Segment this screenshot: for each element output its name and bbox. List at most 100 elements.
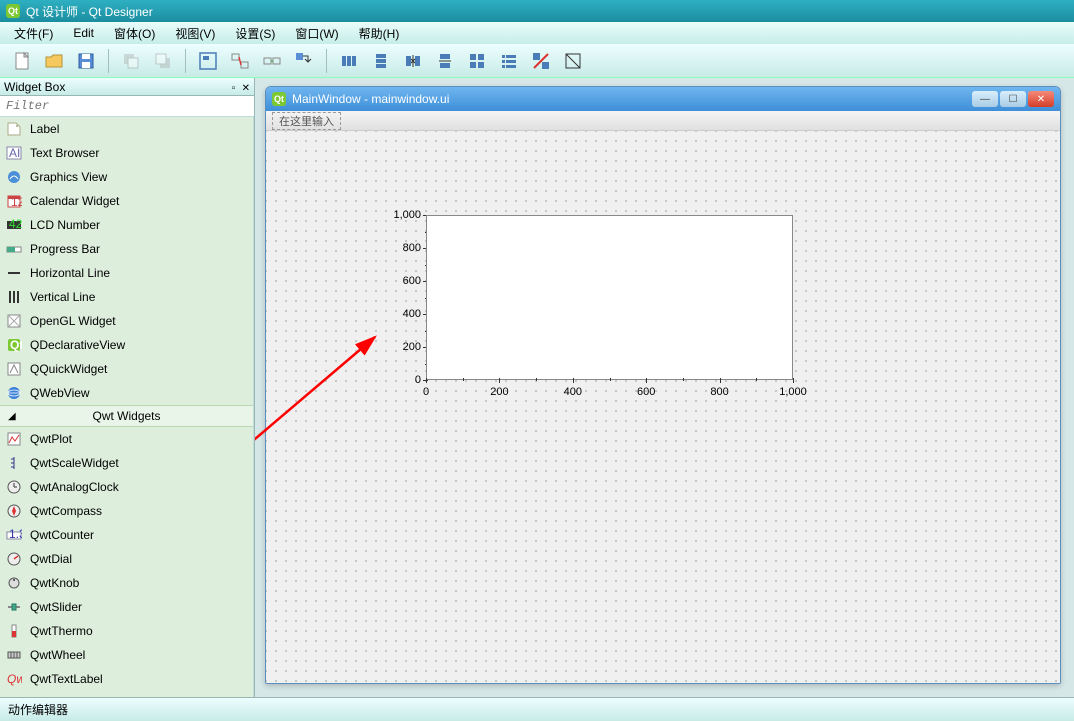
widget-item-calendar-widget[interactable]: 12Calendar Widget xyxy=(0,189,253,213)
menu-window[interactable]: 窗口(W) xyxy=(285,23,348,44)
qwtplot-widget[interactable]: 02004006008001,000 02004006008001,000 xyxy=(376,210,798,405)
widget-item-vertical-line[interactable]: Vertical Line xyxy=(0,285,253,309)
widget-box-header: Widget Box ▫ ✕ xyxy=(0,78,254,96)
design-area: Qt MainWindow - mainwindow.ui — ☐ ✕ 在这里输… xyxy=(255,78,1074,697)
layout-horiz-button[interactable] xyxy=(335,47,363,75)
dock-float-icon[interactable]: ▫ xyxy=(232,83,236,94)
vline-icon xyxy=(4,287,24,307)
form-titlebar[interactable]: Qt MainWindow - mainwindow.ui — ☐ ✕ xyxy=(266,87,1060,111)
qwtplot-icon xyxy=(4,429,24,449)
bring-front-button[interactable] xyxy=(149,47,177,75)
widget-item-opengl-widget[interactable]: OpenGL Widget xyxy=(0,309,253,333)
widget-item-qwtslider[interactable]: QwtSlider xyxy=(0,595,253,619)
label-icon xyxy=(4,119,24,139)
hline-icon xyxy=(4,263,24,283)
widget-box-tree[interactable]: Label AIText Browser Graphics View 12Calend… xyxy=(0,117,254,697)
edit-signals-button[interactable] xyxy=(226,47,254,75)
action-editor-label: 动作编辑器 xyxy=(8,701,68,718)
menu-input-hint[interactable]: 在这里输入 xyxy=(272,112,341,130)
minimize-button[interactable]: — xyxy=(972,91,998,107)
category-qwt-widgets[interactable]: ◢Qwt Widgets xyxy=(0,405,253,427)
svg-text:Qwt: Qwt xyxy=(7,672,22,686)
close-button[interactable]: ✕ xyxy=(1028,91,1054,107)
widget-item-qwttextlabel[interactable]: QwtQwtTextLabel xyxy=(0,667,253,691)
x-tick-label: 600 xyxy=(637,386,655,398)
svg-text:42: 42 xyxy=(9,217,22,231)
widget-box-filter[interactable] xyxy=(0,96,254,117)
layout-horiz-splitter-button[interactable] xyxy=(399,47,427,75)
qt-logo-icon: Qt xyxy=(272,92,286,106)
widget-item-qwtplot[interactable]: QwtPlot xyxy=(0,427,253,451)
y-tick-label: 600 xyxy=(376,275,421,287)
qwtcounter-icon: 1.3 xyxy=(4,525,24,545)
qquick-icon xyxy=(4,359,24,379)
widget-item-label: Graphics View xyxy=(30,170,107,184)
widget-item-qwtcounter[interactable]: 1.3QwtCounter xyxy=(0,523,253,547)
qwebview-icon xyxy=(4,383,24,403)
graphicsview-icon xyxy=(4,167,24,187)
x-tick-label: 800 xyxy=(710,386,728,398)
widget-item-label: QwtWheel xyxy=(30,648,85,662)
widget-item-label[interactable]: Label xyxy=(0,117,253,141)
widget-item-qwtknob[interactable]: QwtKnob xyxy=(0,571,253,595)
widget-item-qwtanalogclock[interactable]: QwtAnalogClock xyxy=(0,475,253,499)
widget-item-qwtscalewidget[interactable]: QwtScaleWidget xyxy=(0,451,253,475)
widget-item-qwebview[interactable]: QWebView xyxy=(0,381,253,405)
form-menubar[interactable]: 在这里输入 xyxy=(266,111,1060,131)
new-form-button[interactable] xyxy=(8,47,36,75)
widget-item-graphics-view[interactable]: Graphics View xyxy=(0,165,253,189)
edit-buddies-button[interactable] xyxy=(258,47,286,75)
open-button[interactable] xyxy=(40,47,68,75)
layout-vert-button[interactable] xyxy=(367,47,395,75)
layout-grid-button[interactable] xyxy=(463,47,491,75)
save-button[interactable] xyxy=(72,47,100,75)
widget-item-label: Label xyxy=(30,122,59,136)
break-layout-button[interactable] xyxy=(527,47,555,75)
x-tick-label: 0 xyxy=(423,386,429,398)
menu-edit[interactable]: Edit xyxy=(63,24,104,42)
dock-close-icon[interactable]: ✕ xyxy=(242,83,250,94)
widget-item-label: Vertical Line xyxy=(30,290,95,304)
x-tick-label: 1,000 xyxy=(779,386,807,398)
layout-vert-splitter-button[interactable] xyxy=(431,47,459,75)
x-tick-label: 200 xyxy=(490,386,508,398)
qwtscale-icon xyxy=(4,453,24,473)
svg-text:1.3: 1.3 xyxy=(9,527,22,541)
widget-item-label: QwtCompass xyxy=(30,504,102,518)
widget-item-qwtcompass[interactable]: QwtCompass xyxy=(0,499,253,523)
menu-file[interactable]: 文件(F) xyxy=(4,23,63,44)
widget-item-qquickwidget[interactable]: QQuickWidget xyxy=(0,357,253,381)
widget-item-horizontal-line[interactable]: Horizontal Line xyxy=(0,261,253,285)
y-tick-label: 400 xyxy=(376,308,421,320)
widget-item-qwtdial[interactable]: QwtDial xyxy=(0,547,253,571)
widget-item-progress-bar[interactable]: Progress Bar xyxy=(0,237,253,261)
widget-item-text-browser[interactable]: AIText Browser xyxy=(0,141,253,165)
category-label: Qwt Widgets xyxy=(92,409,160,423)
widget-item-lcd-number[interactable]: 42 LCD Number xyxy=(0,213,253,237)
maximize-button[interactable]: ☐ xyxy=(1000,91,1026,107)
layout-form-button[interactable] xyxy=(495,47,523,75)
menu-form[interactable]: 窗体(O) xyxy=(104,23,165,44)
menu-help[interactable]: 帮助(H) xyxy=(349,23,410,44)
edit-taborder-button[interactable] xyxy=(290,47,318,75)
action-editor-header[interactable]: 动作编辑器 xyxy=(0,697,1074,721)
form-window[interactable]: Qt MainWindow - mainwindow.ui — ☐ ✕ 在这里输… xyxy=(265,86,1061,684)
y-tick-label: 200 xyxy=(376,341,421,353)
widget-box-panel: Widget Box ▫ ✕ Label AIText Browser Graphi… xyxy=(0,78,255,697)
widget-item-label: OpenGL Widget xyxy=(30,314,116,328)
menu-view[interactable]: 视图(V) xyxy=(165,23,225,44)
widget-item-label: QwtSlider xyxy=(30,600,82,614)
widget-item-label: Horizontal Line xyxy=(30,266,110,280)
x-axis: 02004006008001,000 xyxy=(426,383,793,405)
widget-item-qwtwheel[interactable]: QwtWheel xyxy=(0,643,253,667)
edit-widgets-button[interactable] xyxy=(194,47,222,75)
widget-item-label: LCD Number xyxy=(30,218,100,232)
form-canvas[interactable]: 02004006008001,000 02004006008001,000 xyxy=(266,131,1060,683)
qwtwheel-icon xyxy=(4,645,24,665)
widget-item-qwtthermo[interactable]: QwtThermo xyxy=(0,619,253,643)
widget-item-label: QwtAnalogClock xyxy=(30,480,119,494)
menu-settings[interactable]: 设置(S) xyxy=(225,23,285,44)
adjust-size-button[interactable] xyxy=(559,47,587,75)
send-back-button[interactable] xyxy=(117,47,145,75)
widget-item-qdeclarativeview[interactable]: QtQDeclarativeView xyxy=(0,333,253,357)
